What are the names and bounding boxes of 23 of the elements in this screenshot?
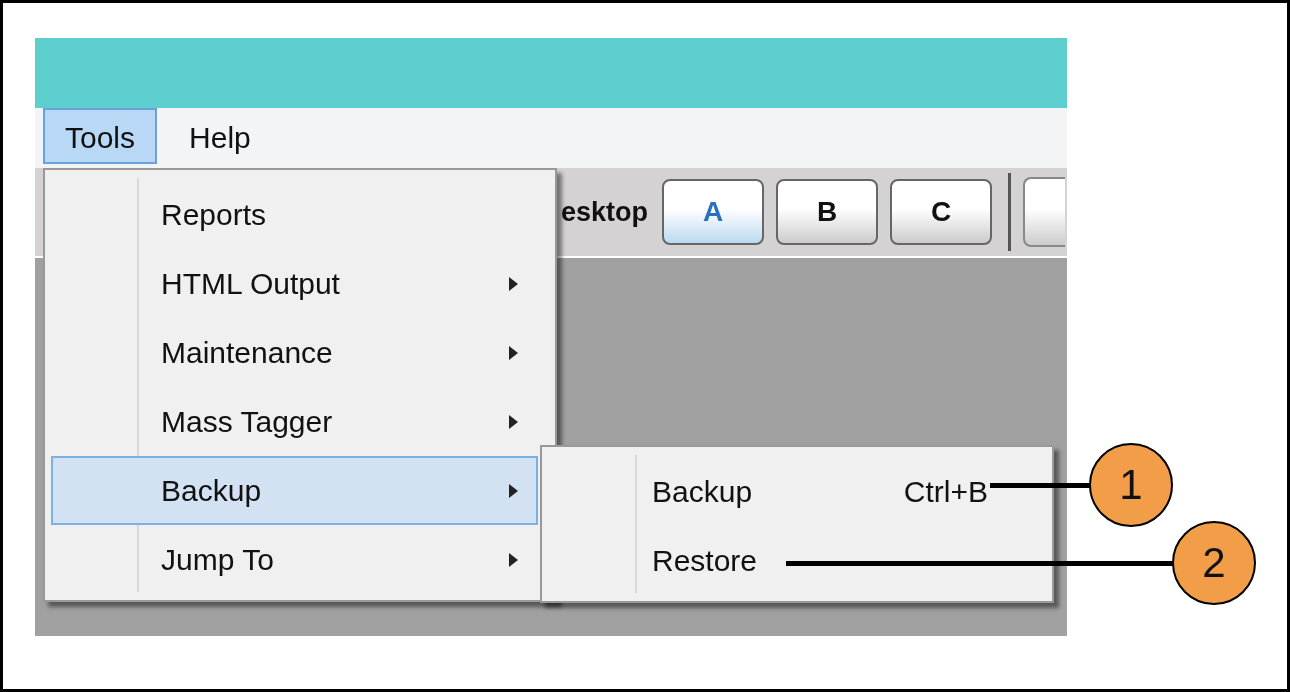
toolbar-label: esktop [561, 196, 649, 228]
toolbar-button[interactable]: B [776, 179, 879, 245]
submenu-arrow-icon [509, 276, 518, 291]
menu-item[interactable]: Help [167, 108, 273, 164]
menu-item[interactable]: Backup Ctrl+B [542, 457, 1052, 526]
menu-item[interactable]: Reports [51, 180, 538, 249]
menu-item[interactable]: HTML Output [51, 249, 538, 318]
toolbar-button[interactable]: C [890, 179, 993, 245]
toolbar-button[interactable]: A [662, 179, 765, 245]
callout-number: 2 [1172, 521, 1256, 605]
menu-item[interactable]: Jump To [51, 525, 538, 594]
submenu-arrow-icon [509, 483, 518, 498]
shortcut-label: Ctrl+B [903, 474, 988, 509]
submenu-arrow-icon [509, 552, 518, 567]
menu-item[interactable]: Mass Tagger [51, 387, 538, 456]
menu-item[interactable]: Restore [542, 526, 1052, 595]
submenu-arrow-icon [509, 414, 518, 429]
menu-item[interactable]: Maintenance [51, 318, 538, 387]
callout-number: 1 [1089, 443, 1173, 527]
submenu-arrow-icon [509, 345, 518, 360]
menu-item[interactable]: Backup [51, 456, 538, 525]
toolbar-button[interactable] [1023, 177, 1066, 247]
menu-item[interactable]: Tools [43, 108, 158, 164]
